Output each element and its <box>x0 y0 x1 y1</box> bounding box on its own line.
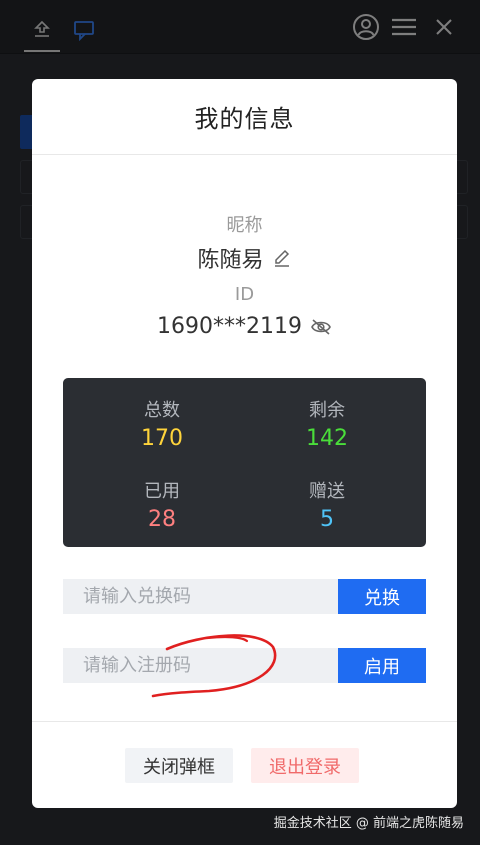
activate-button[interactable]: 启用 <box>338 648 426 683</box>
stat-value: 142 <box>306 426 348 451</box>
redeem-field: 兑换 <box>63 579 426 614</box>
stat-label: 剩余 <box>309 400 345 421</box>
redeem-button[interactable]: 兑换 <box>338 579 426 614</box>
redeem-code-input[interactable] <box>63 579 338 614</box>
modal-header: 我的信息 <box>32 79 457 155</box>
footer-divider <box>32 721 457 722</box>
logout-button[interactable]: 退出登录 <box>251 748 359 783</box>
modal-title: 我的信息 <box>194 105 295 133</box>
stat-label: 总数 <box>144 400 180 421</box>
id-row: 1690***2119 <box>32 314 457 339</box>
stat-remaining: 剩余 142 <box>267 396 387 451</box>
stat-value: 28 <box>148 507 176 532</box>
nickname-row: 陈随易 <box>32 242 457 274</box>
watermark: 掘金技术社区 @ 前端之虎陈随易 <box>273 816 464 831</box>
stat-label: 赠送 <box>309 481 345 502</box>
stat-used: 已用 28 <box>102 477 222 532</box>
stat-label: 已用 <box>144 481 180 502</box>
eye-hidden-icon[interactable] <box>310 318 332 336</box>
stat-value: 5 <box>320 507 334 532</box>
edit-icon[interactable] <box>272 248 292 268</box>
id-value: 1690***2119 <box>157 314 302 339</box>
stat-gifted: 赠送 5 <box>267 477 387 532</box>
stat-value: 170 <box>141 426 183 451</box>
my-info-modal: 我的信息 昵称 陈随易 ID 1690***2119 总数 170 剩余 142… <box>32 79 457 808</box>
annotation-scribble <box>151 634 277 698</box>
nickname-value: 陈随易 <box>197 248 264 273</box>
nickname-label: 昵称 <box>226 215 263 236</box>
close-modal-button[interactable]: 关闭弹框 <box>125 748 233 783</box>
usage-stats: 总数 170 剩余 142 已用 28 赠送 5 <box>63 378 426 547</box>
stat-total: 总数 170 <box>102 396 222 451</box>
id-label: ID <box>234 284 255 305</box>
